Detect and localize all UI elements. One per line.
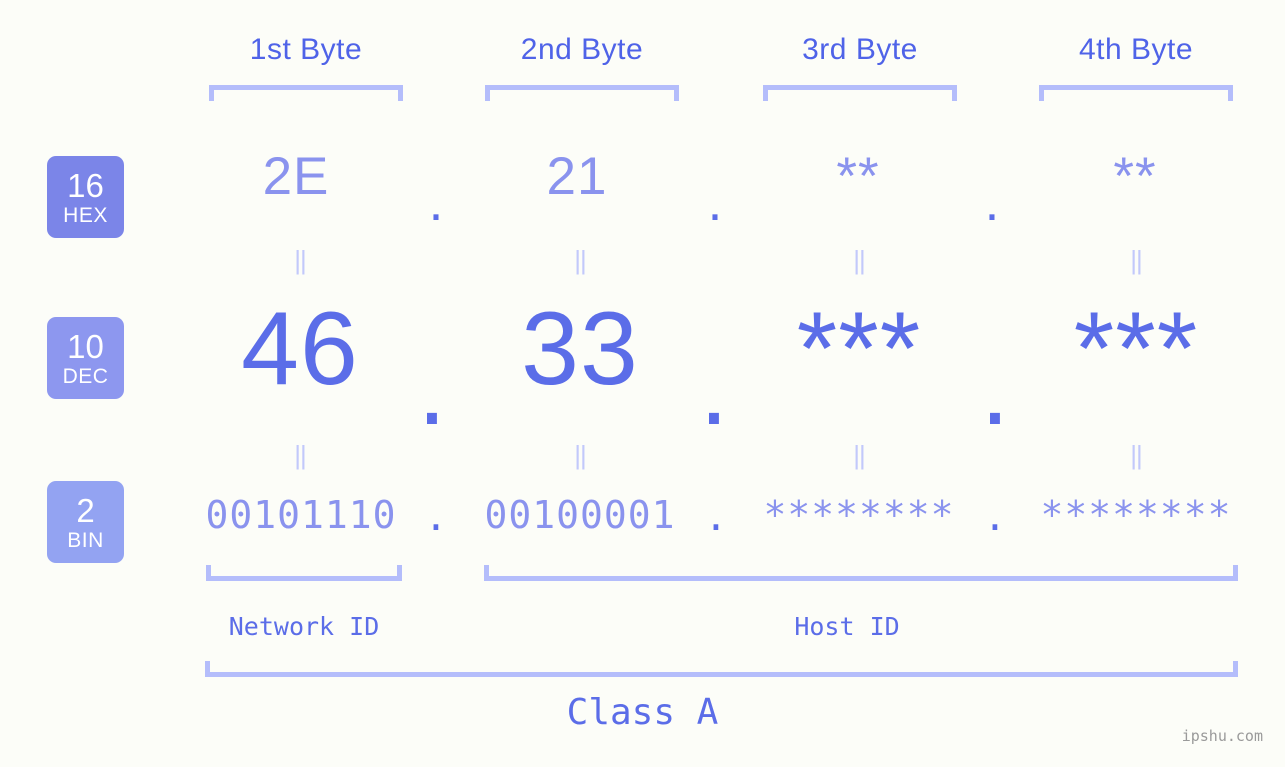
host-id-bracket [484, 565, 1238, 581]
bin-separator-3: . [983, 495, 1007, 539]
equals-mark-hex-dec-4: || [1130, 245, 1143, 275]
network-id-label: Network ID [228, 612, 380, 641]
dec-separator-2: . [699, 331, 729, 447]
hex-separator-3: . [984, 173, 1000, 232]
watermark: ipshu.com [1181, 727, 1263, 745]
bin-byte-2: 00100001 [484, 493, 676, 537]
bin-separator-2: . [704, 495, 728, 539]
byte-bracket-3 [763, 85, 957, 101]
byte-header-2: 2nd Byte [520, 33, 644, 66]
equals-mark-hex-dec-1: || [294, 245, 307, 275]
hex-separator-1: . [428, 173, 444, 232]
base-badge-hex-number: 16 [67, 166, 104, 204]
dec-separator-3: . [980, 331, 1010, 447]
base-badge-hex-name: HEX [63, 203, 108, 227]
bin-byte-1: 00101110 [205, 493, 397, 537]
ip-breakdown-diagram: 1st Byte 2nd Byte 3rd Byte 4th Byte 16 H… [0, 0, 1285, 767]
byte-header-4: 4th Byte [1078, 33, 1194, 66]
equals-mark-hex-dec-3: || [853, 245, 866, 275]
host-id-label: Host ID [794, 612, 900, 641]
byte-bracket-4 [1039, 85, 1233, 101]
dec-separator-1: . [417, 331, 447, 447]
base-badge-bin: 2 BIN [47, 481, 124, 563]
base-badge-dec: 10 DEC [47, 317, 124, 399]
bin-separator-1: . [424, 495, 448, 539]
hex-byte-2: 21 [546, 147, 608, 206]
hex-separator-2: . [707, 173, 723, 232]
bin-byte-4: ******** [1040, 493, 1232, 537]
dec-byte-1: 46 [241, 291, 359, 407]
base-badge-dec-number: 10 [67, 327, 104, 365]
equals-mark-dec-bin-2: || [574, 440, 587, 470]
base-badge-dec-name: DEC [62, 364, 109, 388]
byte-bracket-1 [209, 85, 403, 101]
base-badge-hex: 16 HEX [47, 156, 124, 238]
equals-mark-dec-bin-4: || [1130, 440, 1143, 470]
bin-byte-3: ******** [763, 493, 955, 537]
hex-byte-1: 2E [262, 147, 330, 206]
equals-mark-dec-bin-1: || [294, 440, 307, 470]
equals-mark-hex-dec-2: || [574, 245, 587, 275]
equals-mark-dec-bin-3: || [853, 440, 866, 470]
byte-header-1: 1st Byte [249, 33, 363, 66]
byte-bracket-2 [485, 85, 679, 101]
dec-byte-3: *** [796, 291, 922, 407]
dec-byte-2: 33 [521, 291, 639, 407]
class-label: Class A [566, 692, 719, 733]
network-id-bracket [206, 565, 402, 581]
base-badge-bin-name: BIN [67, 528, 104, 552]
dec-byte-4: *** [1073, 291, 1199, 407]
hex-byte-4: ** [1113, 147, 1157, 206]
base-badge-bin-number: 2 [76, 491, 95, 529]
hex-byte-3: ** [836, 147, 880, 206]
class-bracket [205, 661, 1238, 677]
byte-header-3: 3rd Byte [802, 33, 918, 66]
